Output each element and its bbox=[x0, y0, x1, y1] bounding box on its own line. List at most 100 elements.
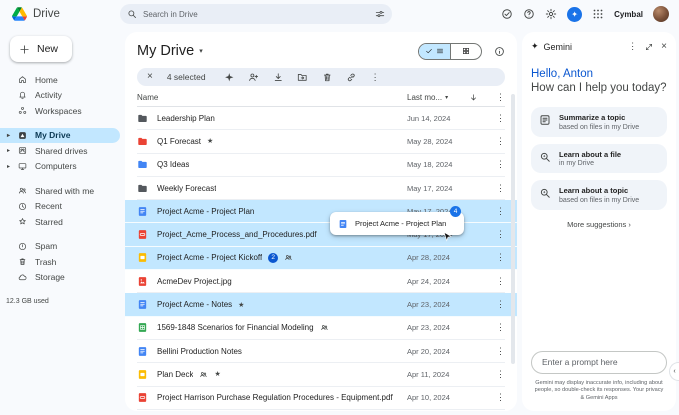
file-name: AcmeDev Project.jpg bbox=[157, 277, 232, 286]
list-view-button[interactable] bbox=[419, 44, 450, 59]
star-icon: ★ bbox=[207, 137, 213, 145]
expand-icon[interactable] bbox=[645, 43, 653, 51]
sidebar-item-label: Computers bbox=[35, 161, 77, 171]
row-more-icon[interactable]: ⋮ bbox=[489, 229, 505, 240]
row-more-icon[interactable]: ⋮ bbox=[489, 252, 505, 263]
gemini-greeting: Hello, Anton bbox=[531, 68, 667, 80]
search-input[interactable] bbox=[143, 10, 369, 19]
row-more-icon[interactable]: ⋮ bbox=[489, 369, 505, 380]
gemini-panel-title: Gemini bbox=[544, 42, 573, 52]
spam-icon bbox=[18, 242, 27, 251]
storage-used-label: 12.3 GB used bbox=[0, 294, 120, 305]
drag-preview: Project Acme - Project Plan 4 bbox=[330, 212, 464, 235]
expand-arrow-icon[interactable]: ▸ bbox=[7, 147, 10, 154]
row-more-icon[interactable]: ⋮ bbox=[489, 183, 505, 194]
drive-logo[interactable]: Drive bbox=[12, 7, 120, 21]
file-row[interactable]: AcmeDev Project.jpgApr 24, 2024⋮ bbox=[137, 270, 505, 293]
modified-date: Apr 11, 2024 bbox=[407, 370, 469, 379]
grid-view-button[interactable] bbox=[450, 44, 481, 59]
row-more-icon[interactable]: ⋮ bbox=[489, 136, 505, 147]
more-suggestions-link[interactable]: More suggestions › bbox=[531, 220, 667, 229]
file-row[interactable]: Q3 IdeasMay 18, 2024⋮ bbox=[137, 154, 505, 177]
scrollbar[interactable] bbox=[511, 94, 515, 364]
row-more-icon[interactable]: ⋮ bbox=[489, 299, 505, 310]
activity-icon bbox=[18, 91, 27, 100]
sidebar-item-trash[interactable]: Trash bbox=[0, 254, 120, 270]
sidebar-item-label: Shared with me bbox=[35, 186, 94, 196]
expand-arrow-icon[interactable]: ▸ bbox=[7, 163, 10, 170]
sidebar-item-spam[interactable]: Spam bbox=[0, 239, 120, 255]
file-row[interactable]: Leadership PlanJun 14, 2024⋮ bbox=[137, 107, 505, 130]
apps-grid-icon[interactable] bbox=[592, 8, 604, 20]
copy-link-icon[interactable] bbox=[346, 72, 357, 83]
row-more-icon[interactable]: ⋮ bbox=[489, 346, 505, 357]
modified-column-header[interactable]: Last mo...▾ bbox=[407, 93, 469, 102]
sort-direction-icon[interactable] bbox=[469, 93, 478, 102]
file-row[interactable]: Weekly ForecastMay 17, 2024⋮ bbox=[137, 177, 505, 200]
suggestion-card-learn-about-a-topic[interactable]: Learn about a topicbased on files in my … bbox=[531, 180, 667, 210]
sidebar-item-label: Workspaces bbox=[35, 106, 82, 116]
sidebar-item-activity[interactable]: Activity bbox=[0, 88, 120, 104]
sidebar-item-computers[interactable]: ▸ Computers bbox=[0, 159, 120, 175]
file-row[interactable]: 1569-1848 Scenarios for Financial Modeli… bbox=[137, 317, 505, 340]
file-row[interactable]: Project Acme - Notes★Apr 23, 2024⋮ bbox=[125, 293, 517, 316]
offline-status-icon[interactable] bbox=[501, 8, 513, 20]
sidebar-item-shared-drives[interactable]: ▸Shared drives bbox=[0, 143, 120, 159]
new-button[interactable]: New bbox=[10, 36, 72, 62]
my-drive-icon bbox=[18, 131, 27, 140]
gemini-summarize-icon[interactable] bbox=[224, 72, 235, 83]
sidebar-item-storage[interactable]: Storage bbox=[0, 270, 120, 286]
sidebar-item-home[interactable]: Home bbox=[0, 72, 120, 88]
expand-arrow-icon[interactable]: ▸ bbox=[7, 132, 10, 139]
page-title[interactable]: My Drive▾ bbox=[137, 43, 203, 59]
move-to-folder-icon[interactable] bbox=[297, 72, 308, 83]
column-options-icon[interactable]: ⋮ bbox=[489, 92, 505, 103]
trash-icon[interactable] bbox=[322, 72, 333, 83]
row-more-icon[interactable]: ⋮ bbox=[489, 113, 505, 124]
modified-date: Jun 14, 2024 bbox=[407, 114, 469, 123]
sidebar-item-label: Home bbox=[35, 75, 58, 85]
row-more-icon[interactable]: ⋮ bbox=[489, 206, 505, 217]
sidebar-item-workspaces[interactable]: Workspaces bbox=[0, 103, 120, 119]
file-row[interactable]: Project Acme - Project Kickoff2Apr 28, 2… bbox=[125, 247, 517, 270]
share-icon[interactable] bbox=[248, 72, 259, 83]
chevron-down-icon: ▾ bbox=[199, 47, 203, 55]
row-more-icon[interactable]: ⋮ bbox=[489, 159, 505, 170]
name-column-header[interactable]: Name bbox=[137, 93, 407, 102]
file-row[interactable]: Bellini Production NotesApr 20, 2024⋮ bbox=[137, 340, 505, 363]
row-more-icon[interactable]: ⋮ bbox=[489, 276, 505, 287]
help-icon[interactable] bbox=[523, 8, 535, 20]
sidebar-item-my-drive[interactable]: ▸My Drive bbox=[0, 128, 120, 144]
file-row[interactable]: Q1 Forecast★May 28, 2024⋮ bbox=[137, 130, 505, 153]
search-icon[interactable] bbox=[127, 9, 137, 19]
prompt-input[interactable] bbox=[531, 351, 667, 374]
close-icon[interactable]: × bbox=[661, 42, 667, 52]
sidebar-item-label: Storage bbox=[35, 272, 65, 282]
file-row[interactable]: Project Harrison Purchase Regulation Pro… bbox=[137, 387, 505, 410]
docs-icon bbox=[338, 219, 348, 229]
sidebar-item-starred[interactable]: Starred bbox=[0, 214, 120, 230]
file-name: Project Acme - Project Plan bbox=[157, 207, 254, 216]
avatar[interactable] bbox=[653, 6, 669, 22]
file-row[interactable]: Plan Deck★Apr 11, 2024⋮ bbox=[137, 363, 505, 386]
search-bar[interactable] bbox=[120, 4, 392, 24]
sidebar-item-label: Trash bbox=[35, 257, 56, 267]
shared-drives-icon bbox=[18, 146, 27, 155]
sidebar-item-recent[interactable]: Recent bbox=[0, 199, 120, 215]
sidebar-item-shared-with-me[interactable]: Shared with me bbox=[0, 183, 120, 199]
row-more-icon[interactable]: ⋮ bbox=[489, 322, 505, 333]
file-row[interactable] bbox=[137, 410, 505, 411]
search-options-icon[interactable] bbox=[375, 9, 385, 19]
download-icon[interactable] bbox=[273, 72, 284, 83]
shared-people-icon bbox=[284, 253, 293, 262]
view-toggle[interactable] bbox=[418, 43, 482, 60]
suggestion-card-summarize-a-topic[interactable]: Summarize a topicbased on files in my Dr… bbox=[531, 107, 667, 137]
suggestion-card-learn-about-a-file[interactable]: Learn about a filein my Drive bbox=[531, 144, 667, 174]
gemini-button[interactable]: ✦ bbox=[567, 7, 582, 22]
clear-selection-button[interactable]: × bbox=[147, 72, 153, 82]
gemini-more-icon[interactable]: ⋮ bbox=[628, 41, 637, 52]
info-icon[interactable] bbox=[494, 46, 505, 57]
more-actions-icon[interactable]: ⋮ bbox=[371, 72, 380, 83]
settings-gear-icon[interactable] bbox=[545, 8, 557, 20]
row-more-icon[interactable]: ⋮ bbox=[489, 392, 505, 403]
